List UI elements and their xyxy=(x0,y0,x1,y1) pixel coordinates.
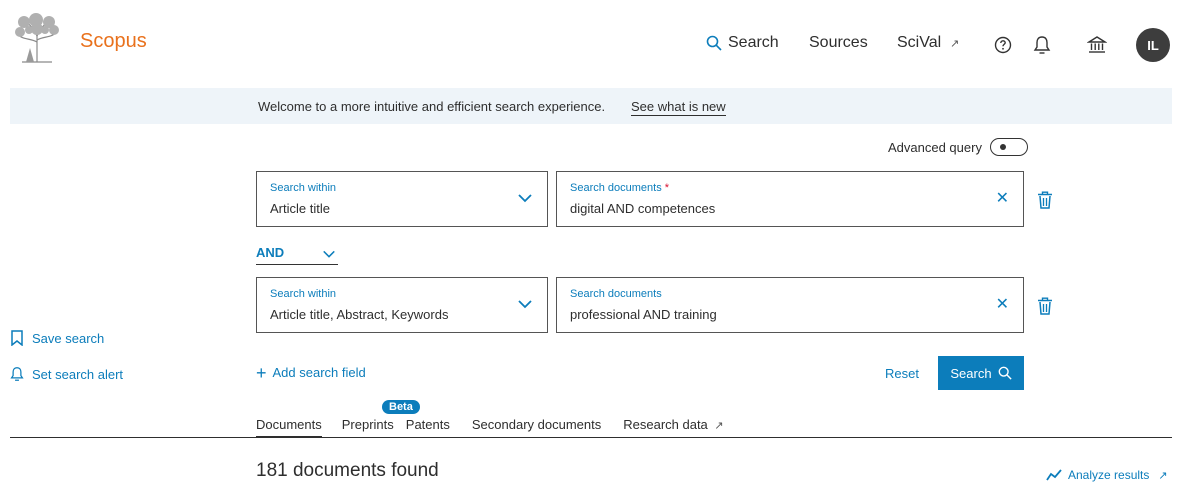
tab-secondary-documents[interactable]: Secondary documents xyxy=(472,417,601,438)
nav-scival-label: SciVal xyxy=(897,34,942,51)
search-within-value: Article title, Abstract, Keywords xyxy=(270,307,449,322)
beta-badge: Beta xyxy=(382,400,420,414)
search-documents-label: Search documents xyxy=(570,288,662,300)
trend-icon xyxy=(1046,469,1062,481)
user-avatar[interactable]: IL xyxy=(1136,28,1170,62)
chevron-down-icon xyxy=(518,194,532,203)
reset-button[interactable]: Reset xyxy=(885,366,919,381)
banner-text: Welcome to a more intuitive and efficien… xyxy=(258,99,606,114)
nav-sources[interactable]: Sources xyxy=(809,34,868,52)
save-search-label: Save search xyxy=(32,330,105,346)
set-search-alert-link[interactable]: Set search alert xyxy=(10,366,123,382)
chevron-down-icon xyxy=(518,300,532,309)
search-within-label: Search within xyxy=(270,288,337,300)
trash-icon[interactable] xyxy=(1037,191,1053,209)
top-header: Scopus Search Sources SciVal ↗ IL xyxy=(0,0,1200,88)
institution-icon[interactable] xyxy=(1086,34,1108,56)
result-tabs: Documents Preprints Patents Secondary do… xyxy=(256,417,724,438)
see-what-is-new-link[interactable]: See what is new xyxy=(631,99,726,116)
search-documents-label: Search documents * xyxy=(570,182,669,194)
documents-found-count: 181 documents found xyxy=(256,460,439,481)
chevron-down-icon xyxy=(323,250,335,258)
nav-scival[interactable]: SciVal ↗ xyxy=(897,34,959,52)
analyze-results-label: Analyze results xyxy=(1068,468,1150,482)
search-icon xyxy=(706,35,722,51)
bell-icon xyxy=(10,367,24,381)
trash-icon[interactable] xyxy=(1037,297,1053,315)
toggle-knob xyxy=(999,144,1006,150)
tab-research-data-label: Research data xyxy=(623,417,708,432)
external-link-icon: ↗ xyxy=(714,420,724,432)
boolean-operator-select[interactable]: AND xyxy=(256,245,338,265)
clear-icon[interactable]: ✕ xyxy=(996,188,1009,208)
set-search-alert-label: Set search alert xyxy=(32,366,124,382)
tab-patents[interactable]: Patents xyxy=(406,417,450,438)
elsevier-logo[interactable] xyxy=(12,12,62,66)
bell-icon[interactable] xyxy=(1031,34,1053,56)
search-button-label: Search xyxy=(950,365,992,381)
external-link-icon: ↗ xyxy=(1158,469,1168,482)
nav-search-label: Search xyxy=(728,34,779,51)
plus-icon: + xyxy=(256,362,267,383)
search-documents-field-2[interactable]: Search documents professional AND traini… xyxy=(556,277,1024,333)
bookmark-icon xyxy=(11,330,23,346)
search-within-value: Article title xyxy=(270,201,330,216)
add-search-field-button[interactable]: + Add search field xyxy=(256,362,366,383)
brand-name[interactable]: Scopus xyxy=(80,30,147,53)
search-documents-value[interactable]: digital AND competences xyxy=(570,201,715,216)
search-within-select-2[interactable]: Search within Article title, Abstract, K… xyxy=(256,277,548,333)
search-within-label: Search within xyxy=(270,182,337,194)
help-icon[interactable] xyxy=(992,34,1014,56)
required-mark: * xyxy=(664,182,670,194)
search-icon xyxy=(998,366,1012,380)
tabs-divider xyxy=(10,437,1172,438)
search-documents-field-1[interactable]: Search documents * digital AND competenc… xyxy=(556,171,1024,227)
tab-documents[interactable]: Documents xyxy=(256,417,322,438)
nav-search[interactable]: Search xyxy=(706,34,779,52)
clear-icon[interactable]: ✕ xyxy=(996,294,1009,314)
save-search-link[interactable]: Save search xyxy=(10,330,104,346)
tab-research-data[interactable]: Research data ↗ xyxy=(623,417,723,438)
toggle-switch[interactable] xyxy=(989,138,1028,156)
advanced-query-toggle[interactable]: Advanced query xyxy=(888,138,1028,156)
welcome-banner: Welcome to a more intuitive and efficien… xyxy=(10,88,1172,124)
boolean-operator-value: AND xyxy=(256,245,285,260)
external-link-icon: ↗ xyxy=(950,37,960,50)
search-documents-label-text: Search documents xyxy=(570,182,662,194)
add-search-field-label: Add search field xyxy=(272,365,366,380)
search-documents-value[interactable]: professional AND training xyxy=(570,307,717,322)
tab-preprints[interactable]: Preprints xyxy=(342,417,394,438)
search-button[interactable]: Search xyxy=(938,356,1024,390)
advanced-query-label: Advanced query xyxy=(888,139,982,155)
analyze-results-link[interactable]: Analyze results ↗ xyxy=(1046,468,1168,482)
search-within-select-1[interactable]: Search within Article title xyxy=(256,171,548,227)
